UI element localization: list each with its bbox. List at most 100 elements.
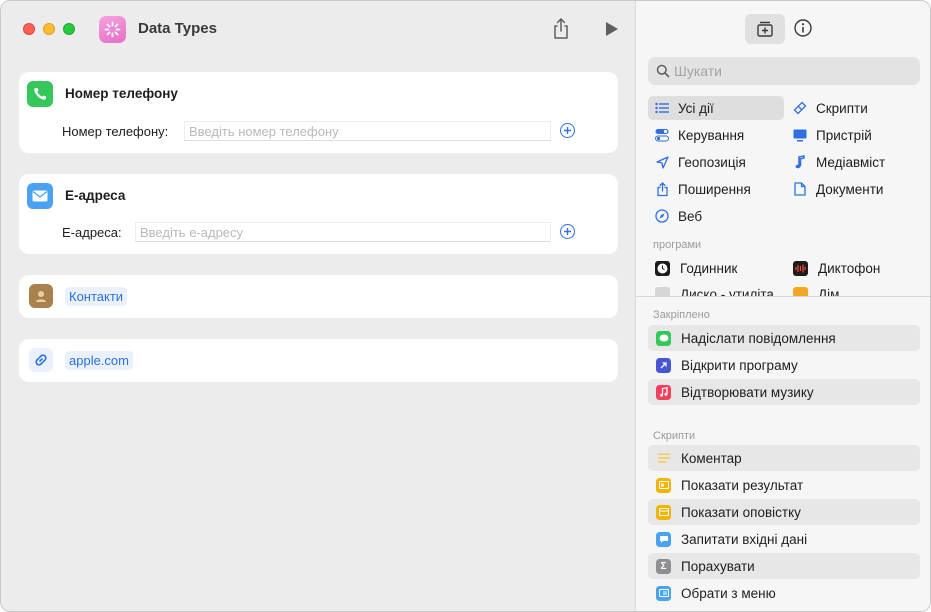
window-title: Data Types bbox=[138, 20, 217, 37]
location-icon bbox=[654, 154, 670, 170]
list-icon bbox=[654, 100, 670, 116]
home-icon bbox=[793, 287, 808, 296]
title-bar: Data Types bbox=[1, 1, 635, 59]
disk-utility-icon bbox=[655, 287, 670, 296]
messages-icon bbox=[656, 330, 671, 346]
email-address-input[interactable] bbox=[135, 222, 551, 242]
app-label: Диктофон bbox=[818, 260, 881, 276]
category-controls[interactable]: Керування bbox=[648, 123, 784, 147]
menu-icon bbox=[656, 585, 671, 601]
phone-field-label: Номер телефону: bbox=[62, 124, 169, 139]
document-icon bbox=[792, 181, 808, 197]
toggle-icon bbox=[654, 127, 670, 143]
shortcuts-window: Data Types Номер телефону Номер телефону… bbox=[0, 0, 931, 612]
music-note-icon bbox=[792, 154, 808, 170]
apps-section-label: програми bbox=[653, 239, 702, 251]
clock-icon bbox=[655, 260, 670, 276]
url-action[interactable]: apple.com bbox=[19, 339, 618, 382]
script-ask-for-input[interactable]: Запитати вхідні дані bbox=[648, 526, 920, 552]
play-icon bbox=[606, 22, 618, 36]
pinned-send-message[interactable]: Надіслати повідомлення bbox=[648, 325, 920, 351]
category-label: Геопозиція bbox=[678, 154, 746, 170]
comment-icon bbox=[656, 451, 671, 466]
voice-memos-icon bbox=[793, 260, 808, 276]
category-media[interactable]: Медіавміст bbox=[790, 150, 920, 174]
script-calculate[interactable]: Σ Порахувати bbox=[648, 553, 920, 579]
search-field[interactable] bbox=[648, 57, 920, 85]
app-disk-utility[interactable]: Диско - утиліта bbox=[655, 283, 774, 296]
url-token[interactable]: apple.com bbox=[65, 351, 133, 370]
action-label: Надіслати повідомлення bbox=[681, 330, 836, 346]
add-email-button[interactable] bbox=[560, 224, 575, 239]
phone-icon bbox=[27, 81, 53, 107]
app-label: Дім bbox=[818, 287, 840, 296]
ask-input-icon bbox=[656, 531, 671, 547]
pinned-play-music[interactable]: Відтворювати музику bbox=[648, 379, 920, 405]
category-documents[interactable]: Документи bbox=[790, 177, 920, 201]
script-comment[interactable]: Коментар bbox=[648, 445, 920, 471]
pinned-open-app[interactable]: Відкрити програму bbox=[648, 352, 920, 378]
info-icon bbox=[794, 19, 812, 37]
action-library-sidebar: Усі дії Скрипти Керування Пристрій Геопо… bbox=[635, 1, 930, 611]
category-location[interactable]: Геопозиція bbox=[648, 150, 784, 174]
app-label: Диско - утиліта bbox=[680, 287, 774, 296]
category-label: Скрипти bbox=[816, 100, 868, 116]
open-app-icon bbox=[656, 357, 671, 373]
search-input[interactable] bbox=[674, 61, 914, 81]
plus-icon bbox=[564, 228, 571, 235]
app-clock[interactable]: Годинник bbox=[655, 256, 737, 280]
run-button[interactable] bbox=[603, 19, 621, 39]
shortcut-app-icon[interactable] bbox=[99, 16, 126, 43]
compass-icon bbox=[654, 208, 670, 224]
phone-card-title: Номер телефону bbox=[65, 86, 178, 101]
close-window-button[interactable] bbox=[23, 23, 35, 35]
link-icon bbox=[29, 348, 53, 372]
category-device[interactable]: Пристрій bbox=[790, 123, 920, 147]
action-label: Запитати вхідні дані bbox=[681, 531, 808, 547]
category-scripts[interactable]: Скрипти bbox=[790, 96, 920, 120]
app-home[interactable]: Дім bbox=[793, 283, 839, 296]
show-result-icon bbox=[656, 477, 671, 493]
action-label: Коментар bbox=[681, 450, 742, 466]
category-label: Документи bbox=[816, 181, 884, 197]
minimize-window-button[interactable] bbox=[43, 23, 55, 35]
search-icon bbox=[656, 64, 670, 78]
category-label: Поширення bbox=[678, 181, 751, 197]
mail-icon bbox=[27, 183, 53, 209]
display-icon bbox=[792, 127, 808, 143]
library-tab-button[interactable] bbox=[745, 14, 785, 44]
alert-icon bbox=[656, 504, 671, 520]
category-all-actions[interactable]: Усі дії bbox=[648, 96, 784, 120]
action-label: Обрати з меню bbox=[681, 585, 776, 601]
email-address-action[interactable]: Е-адреса Е-адреса: bbox=[19, 174, 618, 254]
category-label: Медіавміст bbox=[816, 154, 886, 170]
action-label: Показати оповістку bbox=[681, 504, 801, 520]
sigma-icon: Σ bbox=[656, 558, 671, 574]
script-choose-from-menu[interactable]: Обрати з меню bbox=[648, 580, 920, 606]
scripts-section-label: Скрипти bbox=[653, 430, 696, 442]
phone-number-action[interactable]: Номер телефону Номер телефону: bbox=[19, 72, 618, 153]
category-web[interactable]: Веб bbox=[648, 204, 784, 228]
sparkle-icon bbox=[104, 21, 121, 38]
pinned-section-label: Закріплено bbox=[653, 309, 710, 321]
share-button[interactable] bbox=[550, 17, 572, 41]
category-sharing[interactable]: Поширення bbox=[648, 177, 784, 201]
contacts-token[interactable]: Контакти bbox=[65, 287, 128, 306]
contacts-icon bbox=[29, 284, 53, 308]
phone-number-input[interactable] bbox=[184, 121, 551, 141]
email-field-label: Е-адреса: bbox=[62, 225, 122, 240]
category-label: Керування bbox=[678, 127, 745, 143]
editor-pane: Data Types Номер телефону Номер телефону… bbox=[1, 1, 635, 611]
zoom-window-button[interactable] bbox=[63, 23, 75, 35]
category-label: Веб bbox=[678, 208, 703, 224]
script-show-result[interactable]: Показати результат bbox=[648, 472, 920, 498]
plus-icon bbox=[564, 127, 571, 134]
add-phone-button[interactable] bbox=[560, 123, 575, 138]
app-voice-memos[interactable]: Диктофон bbox=[793, 256, 880, 280]
music-icon bbox=[656, 384, 671, 400]
script-show-alert[interactable]: Показати оповістку bbox=[648, 499, 920, 525]
details-tab-button[interactable] bbox=[793, 18, 813, 38]
action-label: Порахувати bbox=[681, 558, 755, 574]
action-label: Відкрити програму bbox=[681, 357, 798, 373]
contacts-action[interactable]: Контакти bbox=[19, 275, 618, 318]
